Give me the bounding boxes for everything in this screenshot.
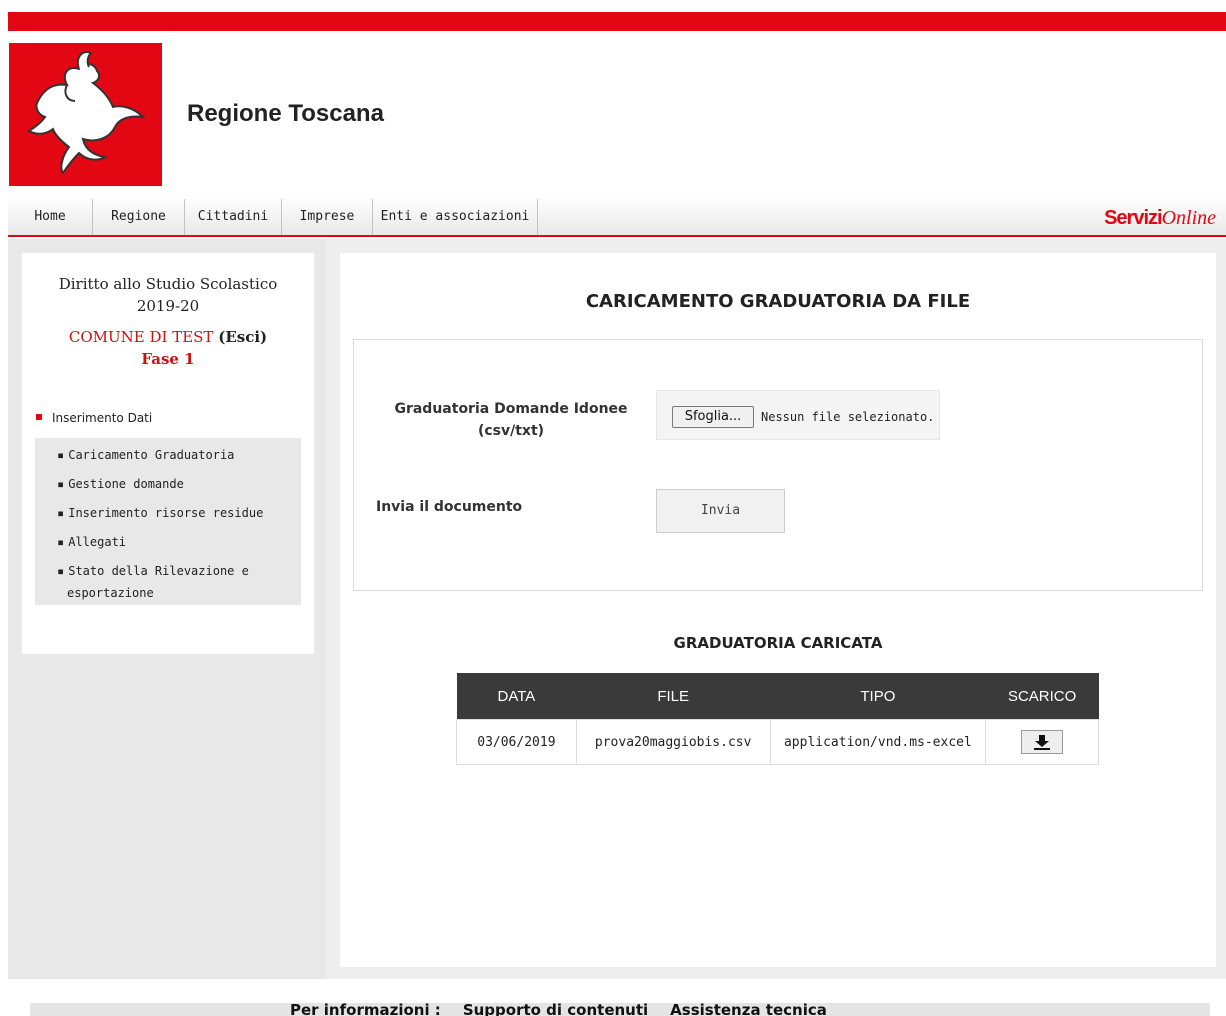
nav-cittadini[interactable]: Cittadini [185, 199, 282, 235]
sidebar-item-risorse[interactable]: ▪ Inserimento risorse residue [57, 502, 263, 524]
column-tipo: TIPO [770, 673, 986, 720]
nav-imprese[interactable]: Imprese [282, 199, 373, 235]
download-icon [1034, 735, 1051, 750]
comune-name: COMUNE DI TEST [68, 328, 214, 346]
table-header-row: DATA FILE TIPO SCARICO [456, 673, 1099, 720]
page-title: CARICAMENTO GRADUATORIA DA FILE [585, 291, 971, 312]
red-square-icon [36, 414, 42, 420]
sidebar-item-allegati[interactable]: ▪ Allegati [57, 531, 126, 553]
nav-home[interactable]: Home [8, 199, 93, 235]
file-label: Graduatoria Domande Idonee (csv/txt) [394, 401, 628, 439]
send-button[interactable]: Invia [656, 489, 785, 533]
download-button[interactable] [1021, 730, 1064, 754]
servizi-online-logo[interactable]: ServiziOnline [1104, 205, 1216, 230]
column-data: DATA [456, 673, 577, 720]
sidebar-title: Diritto allo Studio Scolastico 2019-20 [58, 275, 278, 315]
file-input[interactable]: Sfoglia... Nessun file selezionato. [656, 390, 940, 440]
sidebar-submenu: ▪ Caricamento Graduatoria ▪ Gestione doman… [35, 438, 301, 605]
column-file: FILE [576, 673, 771, 720]
table-row: 03/06/2019 prova20maggiobis.csv applicat… [456, 719, 1099, 765]
send-label: Invia il documento [376, 499, 523, 515]
regione-toscana-logo[interactable] [9, 43, 162, 186]
column-scarico: SCARICO [985, 673, 1099, 720]
sidebar-section-inserimento[interactable]: Inserimento Dati [36, 411, 152, 425]
sidebar-item-gestione[interactable]: ▪ Gestione domande [57, 473, 184, 495]
footer-links: Per informazioni : Supporto di contenuti A… [290, 1003, 827, 1016]
sidebar-item-caricamento[interactable]: ▪ Caricamento Graduatoria [57, 444, 234, 466]
pegasus-icon [27, 51, 146, 175]
comune-line: COMUNE DI TEST (Esci) [22, 326, 314, 348]
uploaded-table-title: GRADUATORIA CARICATA [673, 634, 883, 652]
cell-tipo: application/vnd.ms-excel [769, 719, 987, 765]
sidebar-item-stato[interactable]: ▪ Stato della Rilevazione e esportazione [57, 560, 249, 604]
no-file-text: Nessun file selezionato. [761, 410, 935, 424]
brand-name: Regione Toscana [187, 100, 384, 127]
footer-info: Per informazioni : [290, 1003, 441, 1016]
esci-link[interactable]: (Esci) [218, 328, 267, 346]
main-content: CARICAMENTO GRADUATORIA DA FILE Graduato… [340, 253, 1216, 967]
fase-label: Fase 1 [141, 350, 195, 368]
nav-regione[interactable]: Regione [93, 199, 185, 235]
nav-enti-associazioni[interactable]: Enti e associazioni [373, 199, 538, 235]
upload-form: Graduatoria Domande Idonee (csv/txt) Sfo… [353, 339, 1203, 591]
footer: Per informazioni : Supporto di contenuti A… [30, 1003, 1210, 1016]
top-navigation: Home Regione Cittadini Imprese Enti e as… [8, 199, 1226, 237]
browse-button[interactable]: Sfoglia... [672, 406, 754, 428]
uploaded-files-table: DATA FILE TIPO SCARICO 03/06/2019 prova2… [456, 673, 1099, 765]
cell-data: 03/06/2019 [456, 719, 577, 765]
cell-scarico [985, 719, 1099, 765]
footer-supporto-link[interactable]: Supporto di contenuti [463, 1003, 648, 1016]
sidebar: Diritto allo Studio Scolastico 2019-20 C… [22, 253, 314, 654]
footer-assistenza-link[interactable]: Assistenza tecnica [670, 1003, 827, 1016]
cell-file: prova20maggiobis.csv [575, 719, 771, 765]
top-red-bar [8, 12, 1226, 31]
